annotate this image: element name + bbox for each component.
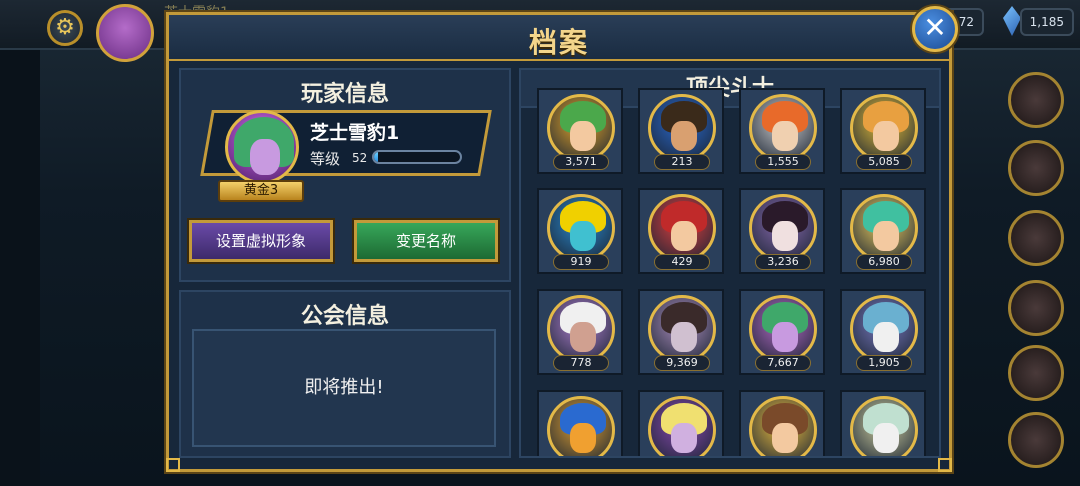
fighter-card[interactable]: 7,667 bbox=[739, 289, 825, 375]
fighter-portrait bbox=[648, 194, 716, 262]
corner-ornament bbox=[938, 458, 952, 472]
fighter-match-count: 919 bbox=[553, 254, 609, 270]
fighter-grid: 3,571 213 1,555 5,085 919 429 3,236 6,980 778 9,3… bbox=[521, 88, 939, 458]
set-avatar-button[interactable]: 设置虚拟形象 bbox=[189, 220, 333, 262]
fighter-face bbox=[671, 221, 697, 251]
fighter-face bbox=[671, 322, 697, 352]
gem-counter: 1,185 bbox=[1020, 8, 1074, 36]
fighter-match-count: 1,304 bbox=[553, 456, 609, 458]
fighter-face bbox=[873, 221, 899, 251]
fighter-face bbox=[570, 121, 596, 151]
top-fighters-panel: 顶尖斗士 3,571 213 1,555 5,085 919 429 3,236 6,980 7… bbox=[519, 68, 941, 458]
level-progress-bar bbox=[372, 150, 462, 164]
fighter-card[interactable]: 3,725 bbox=[638, 390, 724, 458]
fighter-face bbox=[873, 121, 899, 151]
player-name: 芝士雪豹1 bbox=[310, 122, 400, 144]
fighter-portrait bbox=[749, 396, 817, 456]
fighter-face bbox=[671, 121, 697, 151]
fighter-match-count: 3,571 bbox=[553, 154, 609, 170]
fighter-face bbox=[873, 322, 899, 352]
modal-title: 档案 bbox=[528, 26, 589, 59]
fighter-portrait bbox=[749, 295, 817, 363]
fighter-match-count: 7,667 bbox=[755, 355, 811, 371]
rank-badge: 黄金3 bbox=[218, 180, 304, 202]
fighter-portrait bbox=[850, 295, 918, 363]
fighter-card[interactable]: 6,980 bbox=[840, 188, 926, 274]
guild-info-title: 公会信息 bbox=[300, 304, 389, 329]
fighter-card[interactable]: 3,236 bbox=[739, 188, 825, 274]
side-fighter-icon[interactable] bbox=[1008, 140, 1064, 196]
fighter-match-count: 1,905 bbox=[856, 355, 912, 371]
side-shop-icon[interactable] bbox=[1008, 412, 1064, 468]
fighter-portrait bbox=[547, 295, 615, 363]
level-label: 等级 bbox=[310, 150, 341, 168]
avatar-face bbox=[250, 139, 280, 175]
fighter-match-count: 5,085 bbox=[856, 154, 912, 170]
fighter-card[interactable]: 3,571 bbox=[537, 88, 623, 174]
fighter-portrait bbox=[547, 396, 615, 456]
player-avatar bbox=[225, 110, 299, 184]
corner-ornament bbox=[166, 458, 180, 472]
player-info-title: 玩家信息 bbox=[300, 82, 389, 107]
side-event-icon[interactable] bbox=[1008, 72, 1064, 128]
fighter-portrait bbox=[850, 94, 918, 162]
fighter-card[interactable]: 778 bbox=[537, 289, 623, 375]
fighter-portrait bbox=[850, 194, 918, 262]
fighter-portrait bbox=[648, 295, 716, 363]
fighter-portrait bbox=[547, 94, 615, 162]
fighter-match-count: 1,555 bbox=[755, 154, 811, 170]
side-character-icon[interactable] bbox=[1008, 210, 1064, 266]
fighter-match-count: 3,725 bbox=[654, 456, 710, 458]
fighter-face bbox=[873, 423, 899, 453]
fighter-portrait bbox=[547, 194, 615, 262]
fighter-card[interactable]: 1,304 bbox=[537, 390, 623, 458]
hud-avatar[interactable] bbox=[96, 4, 154, 62]
fighter-match-count: 429 bbox=[654, 254, 710, 270]
level-progress-fill bbox=[374, 152, 379, 162]
rename-button[interactable]: 变更名称 bbox=[354, 220, 498, 262]
fighter-card[interactable]: 5,085 bbox=[840, 88, 926, 174]
fighter-portrait bbox=[850, 396, 918, 456]
fighter-face bbox=[570, 423, 596, 453]
side-bag-icon[interactable] bbox=[1008, 345, 1064, 401]
fighter-match-count: 6,171 bbox=[856, 456, 912, 458]
fighter-card[interactable]: 213 bbox=[638, 88, 724, 174]
fighter-match-count: 3,236 bbox=[755, 254, 811, 270]
gear-icon[interactable]: ⚙ bbox=[47, 10, 83, 46]
game-screen: ⚙ 芝士雪豹1 72 1,185 档案 ✕ 玩家信息 黄金3 芝士雪豹1 等级 … bbox=[0, 0, 1080, 486]
fighter-portrait bbox=[648, 94, 716, 162]
fighter-match-count: 9,369 bbox=[654, 355, 710, 371]
fighter-card[interactable]: 3,099 bbox=[739, 390, 825, 458]
fighter-face bbox=[772, 322, 798, 352]
fighter-portrait bbox=[648, 396, 716, 456]
fighter-card[interactable]: 1,905 bbox=[840, 289, 926, 375]
fighter-match-count: 213 bbox=[654, 154, 710, 170]
fighter-match-count: 6,980 bbox=[856, 254, 912, 270]
close-icon[interactable]: ✕ bbox=[912, 6, 958, 52]
modal-header: 档案 bbox=[169, 15, 949, 61]
fighter-face bbox=[772, 221, 798, 251]
level-number: 52 bbox=[352, 151, 368, 165]
fighter-card[interactable]: 429 bbox=[638, 188, 724, 274]
fighter-match-count: 3,099 bbox=[755, 456, 811, 458]
fighter-face bbox=[772, 121, 798, 151]
fighter-card[interactable]: 1,555 bbox=[739, 88, 825, 174]
fighter-card[interactable]: 6,171 bbox=[840, 390, 926, 458]
fighter-match-count: 778 bbox=[553, 355, 609, 371]
coming-soon-message: 即将推出! bbox=[192, 329, 496, 447]
background-shade bbox=[0, 50, 40, 486]
fighter-face bbox=[570, 322, 596, 352]
fighter-face bbox=[671, 423, 697, 453]
fighter-portrait bbox=[749, 194, 817, 262]
fighter-face bbox=[570, 221, 596, 251]
fighter-portrait bbox=[749, 94, 817, 162]
side-safe-icon[interactable] bbox=[1008, 280, 1064, 336]
fighter-card[interactable]: 9,369 bbox=[638, 289, 724, 375]
fighter-face bbox=[772, 423, 798, 453]
fighter-card[interactable]: 919 bbox=[537, 188, 623, 274]
